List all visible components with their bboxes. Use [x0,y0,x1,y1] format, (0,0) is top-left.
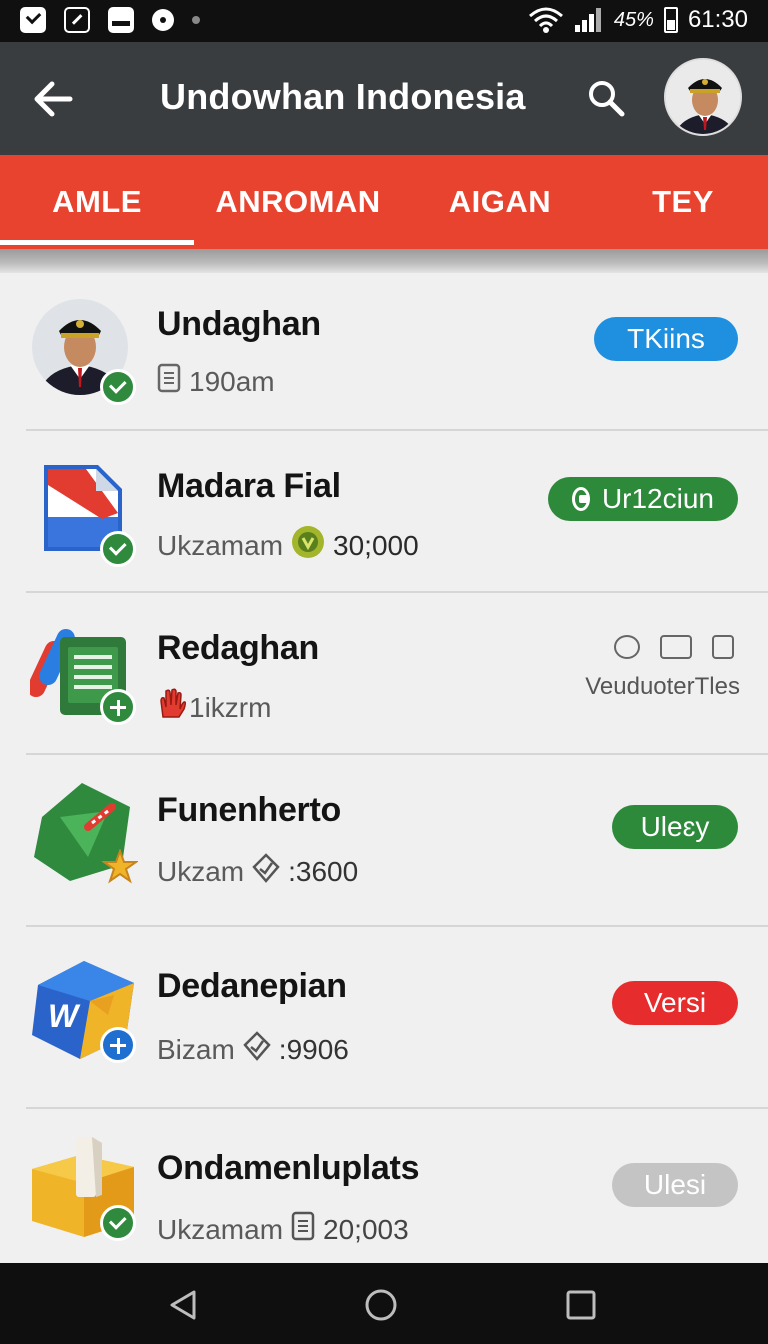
document-icon [291,1211,315,1248]
item-meta-value: 1ikzrm [189,691,272,723]
tab-amle[interactable]: AMLE [0,155,194,249]
signal-icon [574,7,604,33]
green-gem-icon [30,777,140,885]
item-meta: Bizam :9906 [157,1031,349,1068]
battery-percent: 45% [613,8,654,31]
list-item[interactable]: Redaghan 1ikzrm VeuduoterTles [0,593,768,755]
dot-icon [192,16,200,24]
card-icon [660,635,692,659]
status-bar: 45% 61:30 [0,0,768,42]
item-meta: Ukzamam 30;000 [157,525,419,566]
shield-icon [252,853,280,890]
sheets-document-icon [27,617,138,725]
check-badge-icon [100,531,136,567]
tab-aigan[interactable]: AIGAN [402,155,598,249]
item-title: Madara Fial [157,467,341,505]
check-icon [20,7,46,33]
item-meta-value: 30;000 [333,529,419,561]
home-circle-icon[interactable] [364,1288,398,1322]
clipboard-icon [712,635,734,659]
tab-shadow [0,249,768,273]
action-button-label: Ur12ciun [601,483,714,514]
system-nav-bar [0,1263,768,1344]
arrow-left-icon[interactable] [30,76,76,122]
list-item[interactable]: Funenherto Ukzam :3600 Uleɛy [0,755,768,927]
item-title: Redaghan [157,629,319,667]
gear-icon [614,635,640,659]
word-cube-icon: W [30,955,138,1063]
list-item[interactable]: W Dedanepian Bizam :9906 Versi [0,927,768,1109]
plus-badge-icon [100,689,136,725]
box-icon [108,7,134,33]
action-button[interactable]: Ulesi [612,1163,738,1207]
item-meta-value: :3600 [288,855,359,887]
item-meta-label: Ukzamam [157,529,284,561]
gear-icon [572,487,590,511]
person-avatar-icon [30,297,138,405]
app-bar: Undowhan Indonesia [0,42,768,155]
shield-icon [243,1031,271,1068]
action-button[interactable]: Uleɛy [612,805,738,849]
item-meta-label: Ukzam [157,855,245,887]
item-title: Dedanepian [157,967,347,1005]
clock: 61:30 [687,6,748,33]
item-title: Funenherto [157,791,341,829]
list-item[interactable]: Undaghan 190am TKiins [0,273,768,431]
search-icon[interactable] [586,78,626,118]
tab-bar: AMLE ANROMAN AIGAN TEY [0,155,768,249]
plus-badge-icon [100,1027,136,1063]
action-button[interactable]: Ur12ciun [548,477,738,521]
item-meta: 190am [157,363,275,400]
item-meta-value: :9906 [278,1033,349,1065]
list-item[interactable]: Madara Fial Ukzamam 30;000 Ur12ciun [0,431,768,593]
green-coin-icon [291,525,325,566]
item-meta: Ukzam :3600 [157,853,358,890]
star-badge-icon [100,848,140,885]
item-title: Undaghan [157,305,321,343]
tab-tey[interactable]: TEY [598,155,768,249]
notification-icons [20,7,200,33]
check-badge-icon [100,1205,136,1241]
page-title: Undowhan Indonesia [160,76,526,117]
recents-square-icon[interactable] [564,1288,598,1322]
record-icon [152,9,174,31]
status-label: VeuduoterTles [585,673,740,700]
check-badge-icon [100,369,136,405]
item-list: Undaghan 190am TKiins Madara Fial Ukzama… [0,273,768,1263]
tab-indicator [0,240,194,245]
item-meta-label: Ukzamam [157,1213,284,1245]
profile-avatar[interactable] [664,58,742,136]
item-title: Ondamenluplats [157,1149,420,1187]
item-meta: 1ikzrm [157,687,271,728]
item-meta-value: 190am [189,365,275,397]
document-icon [157,363,181,400]
svg-text:W: W [48,998,81,1034]
hand-icon [157,687,187,728]
file-document-icon [30,459,138,567]
battery-icon [663,7,678,33]
system-status: 45% 61:30 [528,6,748,34]
list-item[interactable]: Ondamenluplats Ukzamam 20;003 Ulesi [0,1109,768,1263]
back-triangle-icon[interactable] [166,1288,200,1322]
status-icons [614,635,734,659]
edit-icon [64,7,90,33]
action-button[interactable]: Versi [612,981,738,1025]
item-meta-value: 20;003 [323,1213,409,1245]
item-meta-label: Bizam [157,1033,235,1065]
tab-anroman[interactable]: ANROMAN [194,155,402,249]
folder-box-icon [30,1133,138,1241]
wifi-icon [528,6,564,34]
item-meta: Ukzamam 20;003 [157,1211,409,1248]
action-button[interactable]: TKiins [594,317,738,361]
